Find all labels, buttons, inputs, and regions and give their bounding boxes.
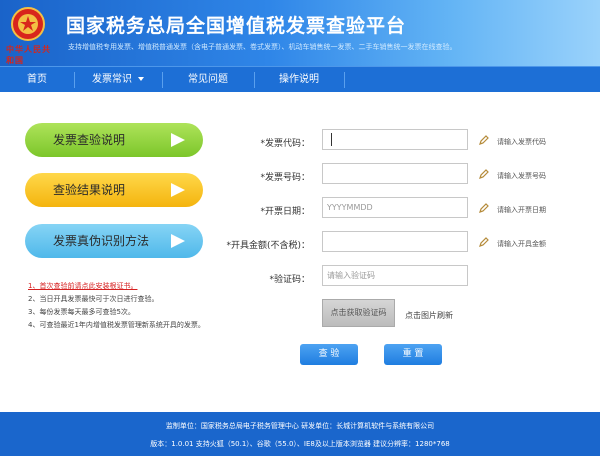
page-title: 国家税务总局全国增值税发票查验平台 — [66, 15, 407, 37]
nav-item-instructions[interactable]: 操作说明 — [254, 67, 344, 93]
issue-date-label: *开票日期： — [260, 207, 310, 217]
amount-input[interactable] — [322, 231, 468, 252]
nav-item-faq[interactable]: 常见问题 — [162, 67, 254, 93]
invoice-code-input[interactable] — [322, 129, 468, 150]
notes-list: 1、首次查验前请点此安装根证书。 2、当日开具发票最快可于次日进行查验。 3、每… — [28, 280, 228, 332]
play-arrow-icon — [171, 133, 185, 147]
note-item: 2、当日开具发票最快可于次日进行查验。 — [28, 295, 159, 303]
pencil-icon — [479, 203, 489, 213]
invoice-code-label: *发票代码： — [260, 139, 310, 149]
note-item: 3、每份发票每天最多可查验5次。 — [28, 308, 135, 316]
main-content: 发票查验说明 查验结果说明 发票真伪识别方法 1、首次查验前请点此安装根证书。 … — [0, 92, 600, 412]
footer-version-info: 版本：1.0.01 支持火狐（50.1）、谷歌（55.0）、IE8及以上版本浏览… — [150, 440, 450, 448]
captcha-label: *验证码： — [269, 275, 310, 285]
pencil-icon — [479, 237, 489, 247]
amount-hint: 请输入开具金额 — [497, 240, 546, 248]
authenticity-guide-button[interactable]: 发票真伪识别方法 — [25, 224, 203, 258]
pencil-icon — [479, 135, 489, 145]
play-arrow-icon — [171, 183, 185, 197]
verification-guide-button[interactable]: 发票查验说明 — [25, 123, 203, 157]
header-banner: 中华人民共和国 国家税务总局全国增值税发票查验平台 支持增值税专用发票、增值税普… — [0, 0, 600, 66]
captcha-input[interactable]: 请输入验证码 — [322, 265, 468, 286]
footer-credits: 监制单位：国家税务总局电子税务管理中心 研发单位：长城计算机软件与系统有限公司 — [165, 422, 435, 430]
invoice-number-hint: 请输入发票号码 — [497, 172, 546, 180]
reset-button[interactable]: 重 置 — [384, 344, 442, 365]
main-nav: 首页 发票常识 常见问题 操作说明 — [0, 66, 600, 92]
captcha-image[interactable]: 点击获取验证码 — [322, 299, 395, 327]
play-arrow-icon — [171, 234, 185, 248]
nav-item-invoice-knowledge[interactable]: 发票常识 — [74, 67, 162, 93]
issue-date-hint: 请输入开票日期 — [497, 206, 546, 214]
footer: 监制单位：国家税务总局电子税务管理中心 研发单位：长城计算机软件与系统有限公司 … — [0, 412, 600, 456]
nav-item-home[interactable]: 首页 — [0, 67, 74, 93]
invoice-number-label: *发票号码： — [260, 173, 310, 183]
verify-button[interactable]: 查 验 — [300, 344, 358, 365]
refresh-captcha-text[interactable]: 点击图片刷新 — [405, 310, 453, 321]
emblem-caption: 中华人民共和国 — [6, 44, 51, 65]
issue-date-input[interactable]: YYYYMMDD — [322, 197, 468, 218]
result-guide-button[interactable]: 查验结果说明 — [25, 173, 203, 207]
chevron-down-icon — [138, 77, 144, 81]
text-cursor — [331, 133, 332, 146]
nav-divider — [344, 72, 345, 88]
note-item: 4、可查验最近1年内增值税发票管理新系统开具的发票。 — [28, 321, 205, 329]
pencil-icon — [479, 169, 489, 179]
page-subtitle: 支持增值税专用发票、增值税普通发票（含电子普通发票、卷式发票）、机动车销售统一发… — [68, 43, 457, 51]
amount-label: *开具金额(不含税)： — [226, 241, 310, 251]
national-emblem-icon — [11, 7, 45, 41]
install-certificate-link[interactable]: 1、首次查验前请点此安装根证书。 — [28, 280, 228, 293]
invoice-number-input[interactable] — [322, 163, 468, 184]
invoice-code-hint: 请输入发票代码 — [497, 138, 546, 146]
